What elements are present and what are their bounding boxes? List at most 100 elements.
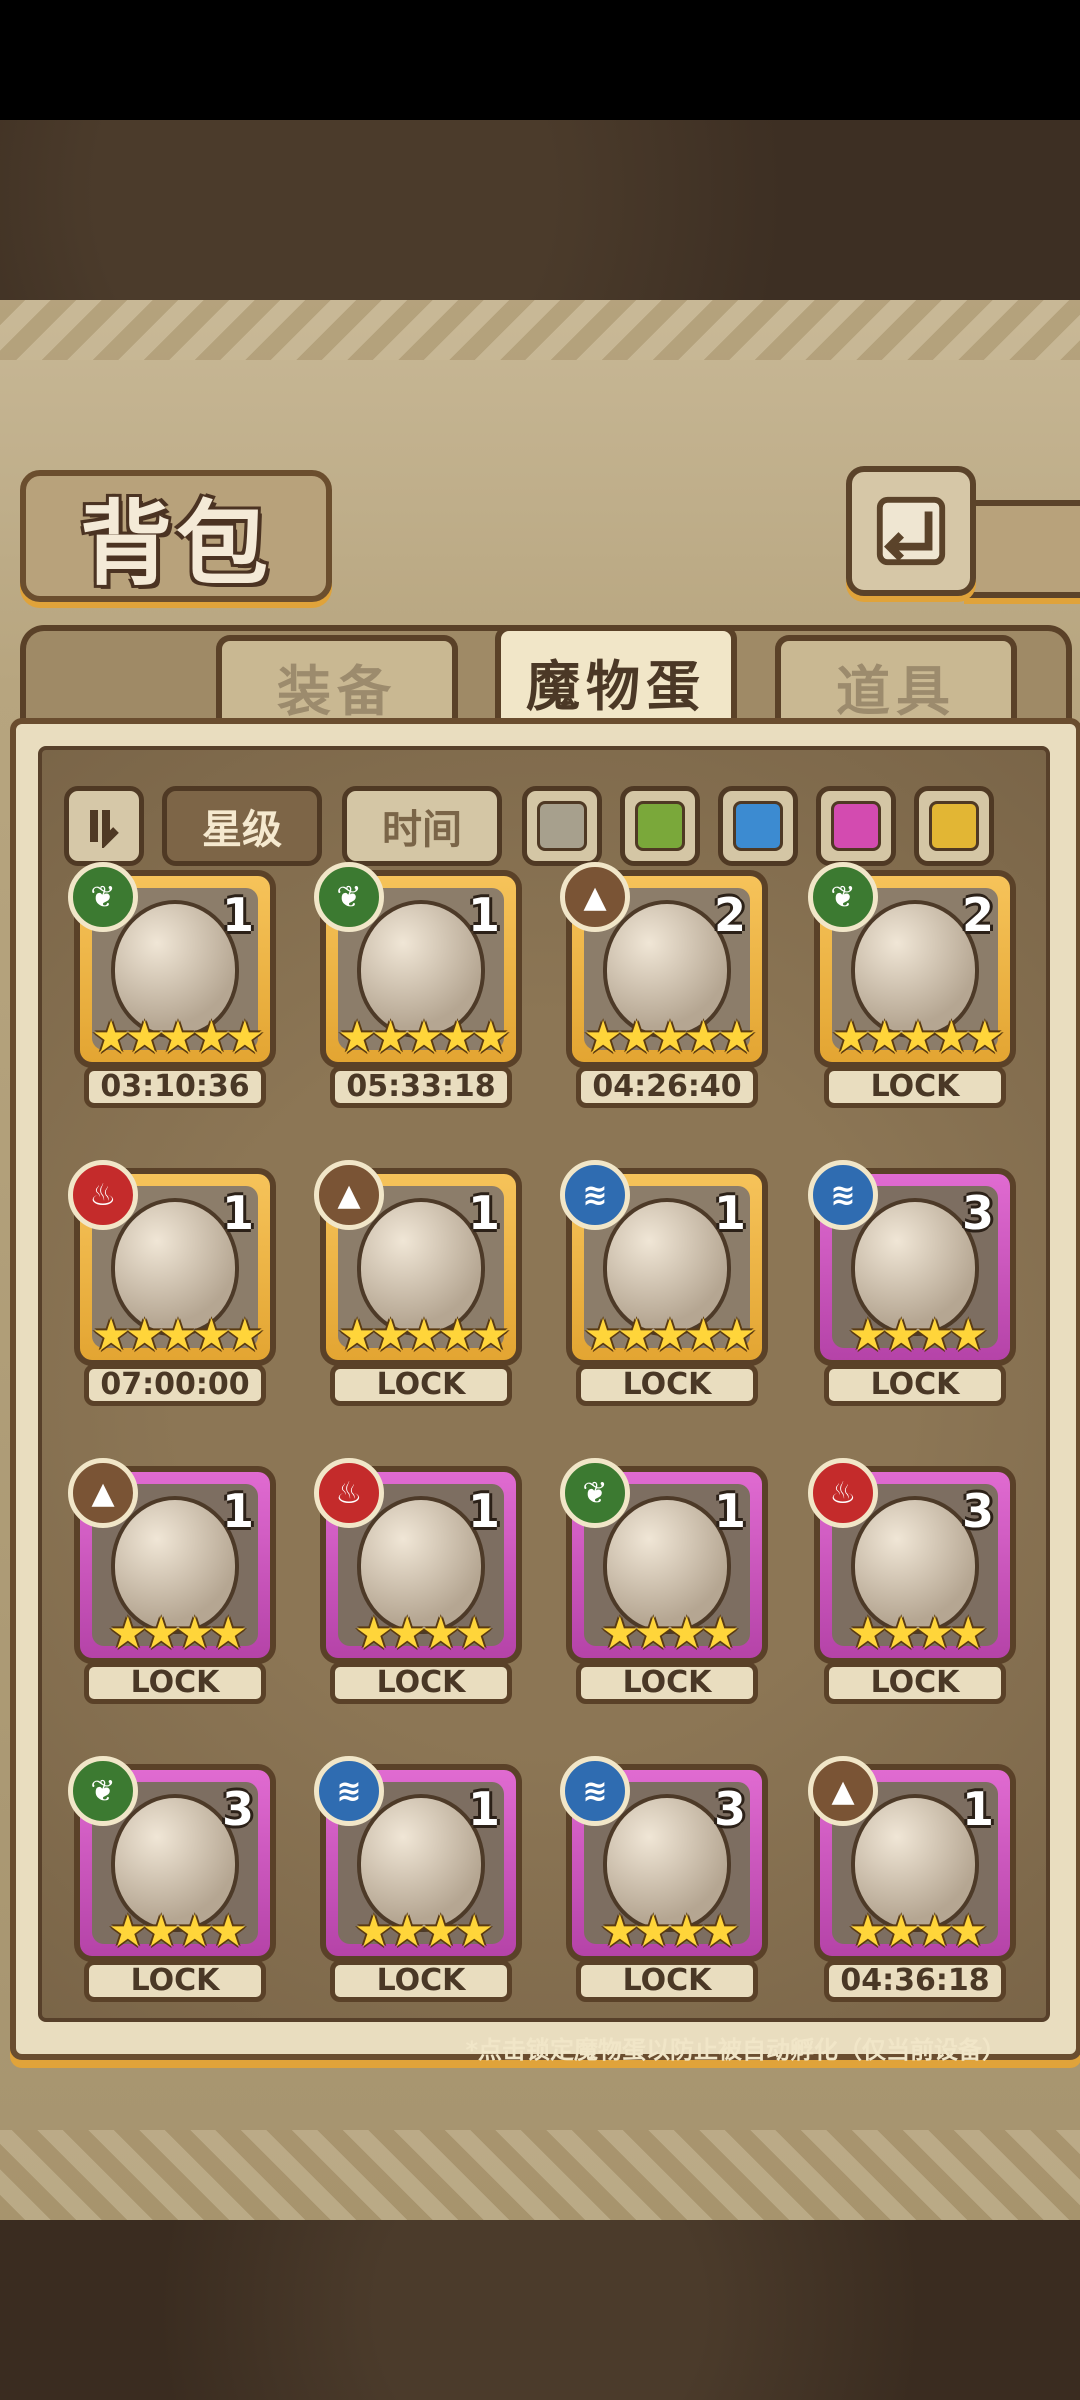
title-plate: 背包 (20, 470, 332, 602)
star-rating: ★★★★ (848, 1608, 988, 1659)
egg-count: 1 (221, 1186, 254, 1240)
egg-card[interactable]: 3 ★★★★ ♨ LOCK (808, 1458, 1016, 1706)
leaf-element-icon: ❦ (314, 862, 384, 932)
egg-card[interactable]: 3 ★★★★ ❦ LOCK (68, 1756, 276, 2004)
tab-label: 魔物蛋 (526, 653, 706, 718)
color-filter-button[interactable] (522, 786, 602, 866)
tab-items[interactable]: 道具 (775, 635, 1017, 731)
hatch-timer: 03:10:36 (84, 1066, 266, 1108)
sort-toggle-icon (90, 810, 119, 848)
inventory-inner: 星级 时间 1 ★★★★★ ❦ 03:10:36 1 ★★★★★ ❦ 05:33:18 2 ★★★… (38, 746, 1050, 2064)
egg-grid: 1 ★★★★★ ❦ 03:10:36 1 ★★★★★ ❦ 05:33:18 2 ★★★★★ ▲ 04:… (68, 862, 1074, 2010)
background-bottom (0, 2220, 1080, 2400)
color-filter-button[interactable] (718, 786, 798, 866)
star-rating: ★★★★★ (91, 1310, 264, 1361)
egg-card[interactable]: 1 ★★★★ ♨ LOCK (314, 1458, 522, 1706)
star-rating: ★★★★★ (337, 1310, 510, 1361)
color-filter-button[interactable] (816, 786, 896, 866)
lock-label: LOCK (84, 1960, 266, 2002)
color-swatch (831, 801, 881, 851)
egg-card[interactable]: 1 ★★★★★ ≋ LOCK (560, 1160, 768, 1408)
earth-element-icon: ▲ (808, 1756, 878, 1826)
sort-by-star-button[interactable]: 星级 (162, 786, 322, 866)
color-filter-button[interactable] (914, 786, 994, 866)
egg-count: 3 (961, 1186, 994, 1240)
color-swatch (733, 801, 783, 851)
lock-label: LOCK (824, 1364, 1006, 1406)
egg-card[interactable]: 1 ★★★★★ ▲ LOCK (314, 1160, 522, 1408)
star-rating: ★★★★ (600, 1906, 740, 1957)
lock-label: LOCK (330, 1662, 512, 1704)
star-rating: ★★★★★ (91, 1012, 264, 1063)
sort-order-button[interactable] (64, 786, 144, 866)
water-element-icon: ≋ (560, 1160, 630, 1230)
egg-count: 1 (713, 1484, 746, 1538)
star-rating: ★★★★★ (831, 1012, 1004, 1063)
lock-label: LOCK (576, 1662, 758, 1704)
egg-card[interactable]: 1 ★★★★★ ❦ 05:33:18 (314, 862, 522, 1110)
sort-by-time-button[interactable]: 时间 (342, 786, 502, 866)
fire-element-icon: ♨ (808, 1458, 878, 1528)
egg-card[interactable]: 3 ★★★★ ≋ LOCK (808, 1160, 1016, 1408)
star-rating: ★★★★ (354, 1608, 494, 1659)
water-element-icon: ≋ (808, 1160, 878, 1230)
color-swatch (537, 801, 587, 851)
water-element-icon: ≋ (314, 1756, 384, 1826)
star-rating: ★★★★ (108, 1608, 248, 1659)
lock-label: LOCK (330, 1364, 512, 1406)
hatch-timer: 05:33:18 (330, 1066, 512, 1108)
tab-label: 道具 (836, 658, 956, 723)
footer-note: *点击锁定魔物蛋以防止被自动孵化（仅当前设备） (465, 2036, 1006, 2064)
egg-count: 1 (961, 1782, 994, 1836)
egg-count: 1 (467, 888, 500, 942)
fire-element-icon: ♨ (68, 1160, 138, 1230)
lock-label: LOCK (576, 1960, 758, 2002)
leaf-element-icon: ❦ (68, 1756, 138, 1826)
egg-count: 1 (467, 1782, 500, 1836)
inventory-panel: 星级 时间 1 ★★★★★ ❦ 03:10:36 1 ★★★★★ ❦ 05:33:18 2 ★★★… (10, 718, 1080, 2064)
color-swatch (635, 801, 685, 851)
egg-count: 2 (961, 888, 994, 942)
earth-element-icon: ▲ (68, 1458, 138, 1528)
status-bar (0, 0, 1080, 120)
color-filter-button[interactable] (620, 786, 700, 866)
egg-count: 1 (221, 1484, 254, 1538)
egg-count: 3 (221, 1782, 254, 1836)
back-button-rail (964, 500, 1080, 598)
lock-label: LOCK (576, 1364, 758, 1406)
lock-label: LOCK (824, 1662, 1006, 1704)
color-swatch (929, 801, 979, 851)
leaf-element-icon: ❦ (808, 862, 878, 932)
star-rating: ★★★★ (600, 1608, 740, 1659)
star-rating: ★★★★★ (337, 1012, 510, 1063)
tab-bar: 装备 魔物蛋 道具 (20, 625, 1072, 731)
star-rating: ★★★★ (354, 1906, 494, 1957)
tab-equipment[interactable]: 装备 (216, 635, 458, 731)
background-top (0, 120, 1080, 300)
leaf-element-icon: ❦ (560, 1458, 630, 1528)
tab-label: 装备 (277, 658, 397, 723)
egg-card[interactable]: 1 ★★★★ ❦ LOCK (560, 1458, 768, 1706)
egg-card[interactable]: 1 ★★★★ ▲ 04:36:18 (808, 1756, 1016, 2004)
earth-element-icon: ▲ (314, 1160, 384, 1230)
egg-count: 1 (467, 1484, 500, 1538)
tab-monster-eggs[interactable]: 魔物蛋 (495, 625, 737, 731)
egg-card[interactable]: 3 ★★★★ ≋ LOCK (560, 1756, 768, 2004)
egg-count: 2 (713, 888, 746, 942)
lock-label: LOCK (84, 1662, 266, 1704)
egg-card[interactable]: 1 ★★★★ ▲ LOCK (68, 1458, 276, 1706)
back-button[interactable] (846, 466, 976, 596)
egg-card[interactable]: 1 ★★★★ ≋ LOCK (314, 1756, 522, 2004)
egg-count: 3 (713, 1782, 746, 1836)
egg-card[interactable]: 1 ★★★★★ ♨ 07:00:00 (68, 1160, 276, 1408)
earth-element-icon: ▲ (560, 862, 630, 932)
egg-count: 1 (467, 1186, 500, 1240)
sort-by-star-label: 星级 (202, 806, 282, 853)
page-title: 背包 (79, 489, 272, 598)
egg-card[interactable]: 1 ★★★★★ ❦ 03:10:36 (68, 862, 276, 1110)
egg-card[interactable]: 2 ★★★★★ ❦ LOCK (808, 862, 1016, 1110)
star-rating: ★★★★ (848, 1906, 988, 1957)
leaf-element-icon: ❦ (68, 862, 138, 932)
star-rating: ★★★★ (108, 1906, 248, 1957)
egg-card[interactable]: 2 ★★★★★ ▲ 04:26:40 (560, 862, 768, 1110)
